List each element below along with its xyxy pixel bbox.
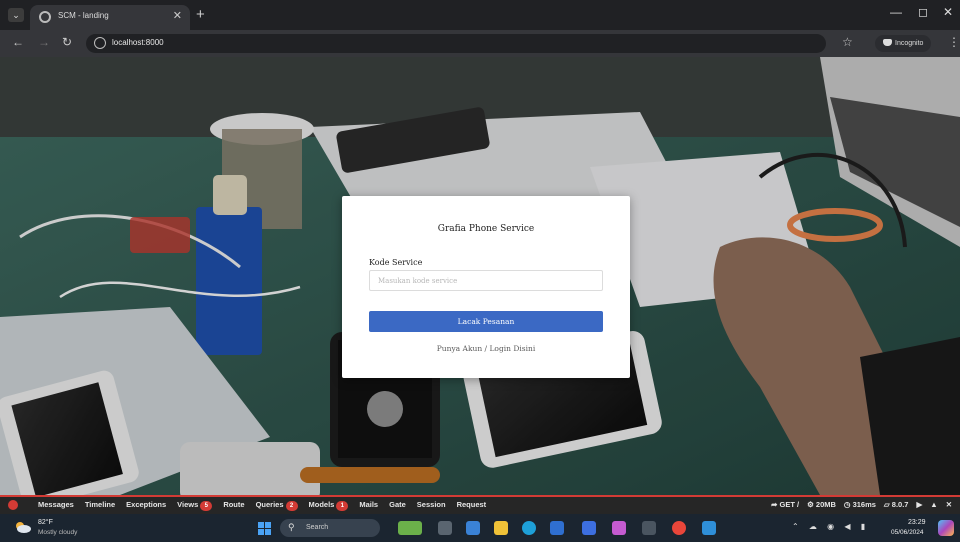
memory-value: 20MB	[815, 500, 836, 509]
url-text: localhost:8000	[112, 38, 164, 47]
track-order-button[interactable]: Lacak Pesanan	[369, 311, 603, 332]
debugbar-tab-label: Models	[308, 500, 335, 509]
debugbar-tab-messages[interactable]: Messages	[38, 500, 74, 511]
debugbar-tab-request[interactable]: Request	[457, 500, 487, 511]
terminal-icon[interactable]	[642, 521, 656, 535]
landing-page: Grafia Phone Service Kode Service Lacak …	[0, 57, 960, 495]
widget-app-icon[interactable]	[398, 521, 422, 535]
weather-cloud-icon[interactable]	[14, 520, 32, 534]
browser-tab-strip: ⌄ SCM - landing ✕ + — ◻ ✕	[0, 0, 960, 30]
reload-icon[interactable]: ↻	[62, 35, 72, 49]
windows-start-icon[interactable]	[258, 522, 271, 535]
chrome-icon[interactable]	[672, 521, 686, 535]
app-icon[interactable]	[466, 521, 480, 535]
php-version: ▱ 8.0.7	[884, 500, 909, 509]
debugbar-tab-views[interactable]: Views 5	[177, 500, 213, 511]
request-duration: ◷ 316ms	[844, 500, 876, 509]
debugbar-close-icon[interactable]: ✕	[946, 500, 952, 509]
share-icon: ➦	[771, 500, 778, 509]
forward-icon[interactable]: →	[38, 35, 50, 49]
new-tab-icon[interactable]: +	[196, 6, 205, 23]
url-field[interactable]: localhost:8000	[86, 34, 826, 53]
queries-count-badge: 2	[285, 501, 298, 511]
task-view-icon[interactable]	[438, 521, 452, 535]
clock-icon: ◷	[843, 500, 851, 509]
duration-value: 316ms	[852, 500, 876, 509]
memory-usage: ⚙ 20MB	[807, 500, 836, 509]
vscode-icon[interactable]	[702, 521, 716, 535]
debugbar-tab-route[interactable]: Route	[223, 500, 244, 511]
search-icon: ⚲	[288, 522, 295, 532]
browser-tab[interactable]: SCM - landing ✕	[30, 5, 190, 30]
debugbar-logo-icon[interactable]	[8, 500, 18, 510]
debugbar-tab-label: Queries	[255, 500, 284, 509]
restore-icon[interactable]: ◻	[918, 5, 928, 19]
windows-taskbar: 82°F Mostly cloudy ⚲ Search ⌃ ☁ ◉ ◀ ▮ 23…	[0, 514, 960, 542]
incognito-icon	[883, 39, 892, 46]
debugbar: Messages Timeline Exceptions Views 5 Rout…	[0, 495, 960, 514]
tab-title: SCM - landing	[58, 11, 109, 20]
request-method[interactable]: ➦ GET /	[771, 500, 799, 509]
close-tab-icon[interactable]: ✕	[173, 9, 182, 22]
debugbar-tabs: Messages Timeline Exceptions Views 5 Rout…	[38, 500, 486, 511]
debugbar-tab-gate[interactable]: Gate	[389, 500, 406, 511]
debugbar-tab-label: Views	[177, 500, 199, 509]
app-icon[interactable]	[612, 521, 626, 535]
service-code-input[interactable]	[369, 270, 603, 291]
request-method-label: GET /	[779, 500, 800, 509]
clock-date[interactable]: 05/06/2024	[891, 529, 924, 536]
close-window-icon[interactable]: ✕	[943, 5, 953, 19]
edge-icon[interactable]	[522, 521, 536, 535]
debugbar-expand-icon[interactable]: ▲	[930, 500, 937, 509]
weather-description[interactable]: Mostly cloudy	[38, 529, 77, 536]
weather-temperature[interactable]: 82°F	[38, 519, 53, 526]
card-title: Grafia Phone Service	[437, 224, 535, 234]
incognito-label: Incognito	[895, 40, 924, 47]
browser-menu-icon[interactable]: ⋮	[948, 35, 960, 49]
models-count-badge: 1	[336, 501, 349, 511]
views-count-badge: 5	[200, 501, 213, 511]
debugbar-tab-queries[interactable]: Queries 2	[256, 500, 298, 511]
back-icon[interactable]: ←	[12, 35, 24, 49]
bookmark-star-icon[interactable]: ☆	[842, 35, 853, 49]
debugbar-tab-mails[interactable]: Mails	[359, 500, 378, 511]
debugbar-tab-exceptions[interactable]: Exceptions	[126, 500, 166, 511]
debugbar-open-icon[interactable]: ▶	[916, 500, 922, 509]
clock-time[interactable]: 23:29	[908, 519, 926, 526]
taskbar-search[interactable]: ⚲ Search	[280, 519, 380, 537]
debugbar-tab-session[interactable]: Session	[417, 500, 446, 511]
debugbar-tab-models[interactable]: Models 1	[309, 500, 349, 511]
debugbar-stats: ➦ GET / ⚙ 20MB ◷ 316ms ▱ 8.0.7 ▶ ▲ ✕	[771, 500, 952, 509]
tracking-card: Grafia Phone Service Kode Service Lacak …	[342, 196, 630, 378]
minimize-icon[interactable]: —	[890, 5, 902, 19]
memory-icon: ⚙	[807, 500, 814, 509]
app-icon[interactable]	[582, 521, 596, 535]
php-version-value: 8.0.7	[891, 500, 909, 509]
service-code-label: Kode Service	[369, 258, 423, 267]
tab-search-icon[interactable]: ⌄	[8, 8, 24, 22]
file-explorer-icon[interactable]	[494, 521, 508, 535]
debugbar-tab-timeline[interactable]: Timeline	[85, 500, 115, 511]
incognito-badge[interactable]: Incognito	[875, 35, 932, 52]
php-icon: ▱	[883, 500, 890, 509]
store-icon[interactable]	[550, 521, 564, 535]
login-link[interactable]: Punya Akun / Login Disini	[342, 344, 630, 353]
globe-icon	[39, 11, 51, 23]
site-info-icon[interactable]	[94, 37, 106, 49]
system-tray-icons[interactable]: ⌃ ☁ ◉ ◀ ▮	[792, 522, 869, 531]
address-bar: ← → ↻ localhost:8000 ☆ Incognito ⋮	[0, 30, 960, 57]
search-placeholder: Search	[306, 524, 329, 531]
copilot-icon[interactable]	[938, 520, 954, 536]
